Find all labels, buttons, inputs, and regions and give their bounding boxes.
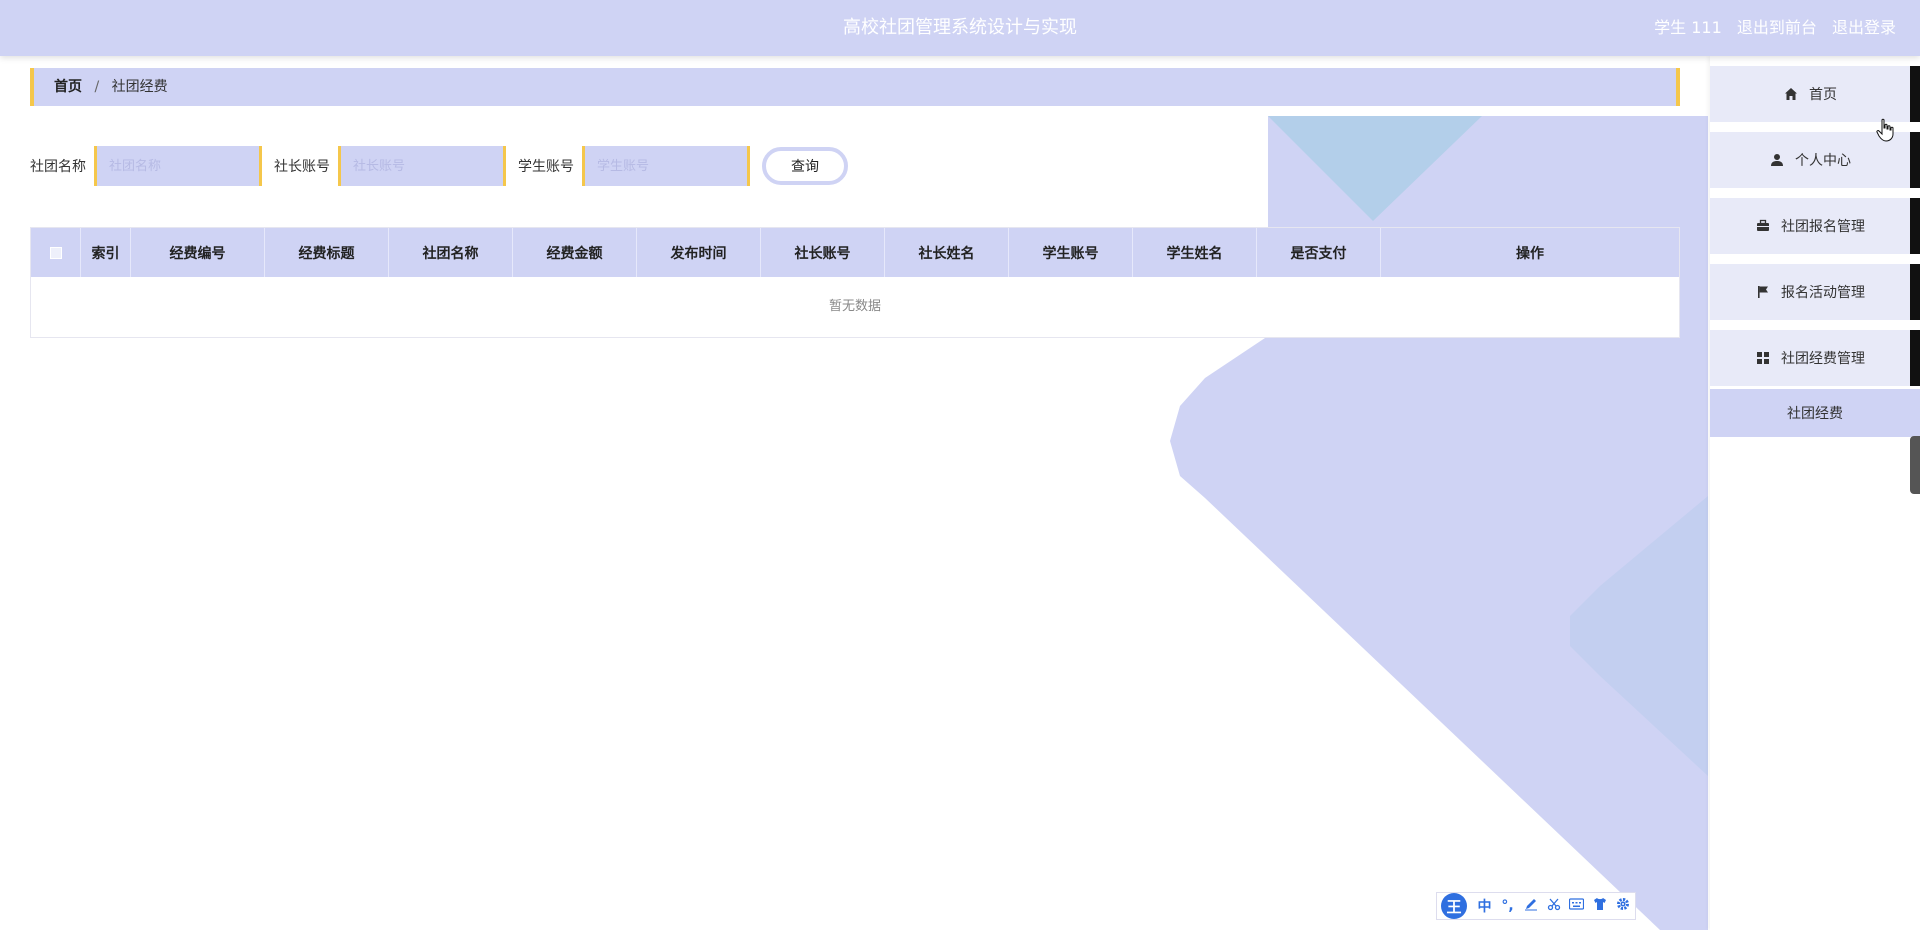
club-name-input[interactable] — [94, 146, 262, 186]
hand-cursor-icon — [1876, 118, 1894, 142]
sidebar-subitem-club-funds[interactable]: 社团经费 — [1710, 389, 1920, 437]
sidebar-item-label: 首页 — [1809, 87, 1837, 103]
settings-gear-icon[interactable] — [1611, 897, 1634, 915]
logout-link[interactable]: 退出登录 — [1832, 18, 1896, 37]
column-header: 是否支付 — [1257, 228, 1381, 277]
select-all-checkbox[interactable] — [49, 246, 62, 259]
back-to-front-link[interactable]: 退出到前台 — [1737, 18, 1817, 37]
column-header: 发布时间 — [637, 228, 761, 277]
side-drawer-handle[interactable] — [1910, 436, 1920, 494]
empty-state: 暂无数据 — [828, 299, 881, 314]
flag-icon — [1755, 284, 1771, 300]
breadcrumb-current: 社团经费 — [111, 79, 168, 95]
breadcrumb-separator: / — [94, 79, 100, 95]
current-user: 学生 111 — [1654, 18, 1722, 37]
column-header: 社长账号 — [761, 228, 885, 277]
sidebar-item-club-funds[interactable]: 社团经费管理 — [1710, 330, 1920, 386]
grid-icon — [1755, 350, 1771, 366]
table-header: 索引 经费编号 经费标题 社团名称 经费金额 发布时间 社长账号 社长姓名 学生… — [31, 228, 1679, 277]
column-header: 经费编号 — [131, 228, 265, 277]
president-account-label: 社长账号 — [274, 159, 330, 175]
funds-table: 索引 经费编号 经费标题 社团名称 经费金额 发布时间 社长账号 社长姓名 学生… — [30, 227, 1680, 338]
column-header: 学生账号 — [1009, 228, 1133, 277]
user-icon — [1769, 152, 1785, 168]
column-header: 索引 — [81, 228, 131, 277]
select-all-cell — [31, 228, 81, 277]
briefcase-icon — [1755, 218, 1771, 234]
ime-language-toggle[interactable]: 中 — [1473, 896, 1496, 916]
sidebar-item-label: 报名活动管理 — [1781, 285, 1865, 301]
user-area: 学生 111 退出到前台 退出登录 — [1644, 0, 1896, 56]
sidebar-item-label: 社团经费管理 — [1781, 351, 1865, 367]
top-header: 高校社团管理系统设计与实现 学生 111 退出到前台 退出登录 — [0, 0, 1920, 56]
sidebar-item-label: 个人中心 — [1795, 153, 1851, 169]
search-form: 社团名称 社长账号 学生账号 查询 — [30, 146, 848, 186]
home-icon — [1783, 86, 1799, 102]
pen-icon[interactable] — [1519, 897, 1542, 915]
scissors-icon[interactable] — [1542, 897, 1565, 915]
column-header: 操作 — [1516, 245, 1544, 262]
ime-toolbar: 王 中 °, — [1436, 892, 1636, 920]
sidebar-item-label: 社团报名管理 — [1781, 219, 1865, 235]
column-header: 学生姓名 — [1133, 228, 1257, 277]
ime-punctuation-toggle[interactable]: °, — [1496, 898, 1519, 914]
background-decoration — [1170, 116, 1708, 930]
skin-shirt-icon[interactable] — [1588, 897, 1611, 915]
breadcrumb: 首页 / 社团经费 — [30, 68, 1680, 106]
breadcrumb-home[interactable]: 首页 — [54, 79, 82, 95]
club-name-label: 社团名称 — [30, 159, 86, 175]
president-account-input[interactable] — [338, 146, 506, 186]
column-header: 经费标题 — [265, 228, 389, 277]
sidebar-item-activity-registration[interactable]: 报名活动管理 — [1710, 264, 1920, 320]
sidebar: 首页 个人中心 社团报名管理 报名活动管理 社团经费管理 社团经费 — [1710, 56, 1920, 930]
query-button[interactable]: 查询 — [762, 147, 848, 185]
column-header: 社长姓名 — [885, 228, 1009, 277]
student-account-input[interactable] — [582, 146, 750, 186]
keyboard-icon[interactable] — [1565, 898, 1588, 914]
student-account-label: 学生账号 — [518, 159, 574, 175]
ime-logo[interactable]: 王 — [1441, 893, 1467, 919]
sidebar-item-club-registration[interactable]: 社团报名管理 — [1710, 198, 1920, 254]
column-header: 社团名称 — [389, 228, 513, 277]
system-title: 高校社团管理系统设计与实现 — [843, 17, 1077, 38]
sidebar-item-home[interactable]: 首页 — [1710, 66, 1920, 122]
column-header: 经费金额 — [513, 228, 637, 277]
